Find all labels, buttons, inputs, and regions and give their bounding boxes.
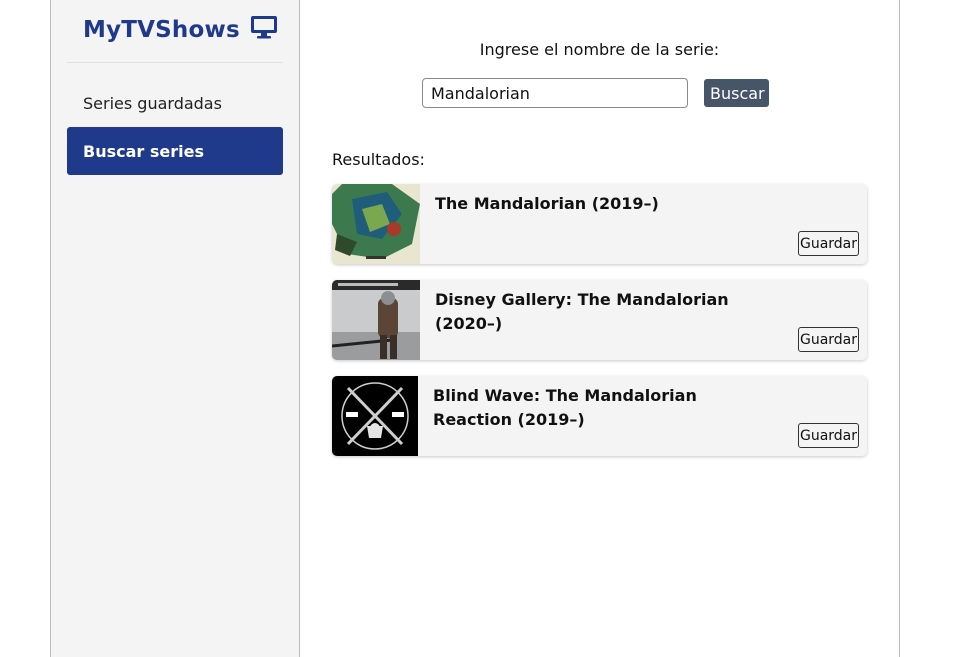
brand: MyTVShows	[83, 14, 278, 46]
result-card: The Mandalorian (2019–) Guardar	[332, 184, 867, 264]
poster-image	[332, 184, 420, 264]
app-frame: MyTVShows Series guardadas Buscar series…	[50, 0, 900, 657]
poster-image	[332, 280, 420, 360]
save-button[interactable]: Guardar	[798, 423, 859, 448]
sidebar-item-search-series[interactable]: Buscar series	[67, 127, 283, 175]
search-input[interactable]	[422, 78, 688, 108]
sidebar-item-saved-series[interactable]: Series guardadas	[67, 79, 283, 127]
result-title: The Mandalorian (2019–)	[435, 194, 659, 213]
search-button[interactable]: Buscar	[704, 79, 769, 107]
save-button[interactable]: Guardar	[798, 327, 859, 352]
divider	[67, 62, 283, 63]
sidebar-item-label: Series guardadas	[83, 93, 222, 113]
poster-image	[332, 376, 418, 456]
tv-icon	[250, 15, 278, 45]
result-title: Blind Wave: The Mandalorian Reaction (20…	[433, 386, 697, 429]
result-card: Blind Wave: The Mandalorian Reaction (20…	[332, 376, 867, 456]
sidebar-item-label: Buscar series	[83, 141, 204, 161]
result-title: Disney Gallery: The Mandalorian (2020–)	[435, 290, 729, 333]
save-button[interactable]: Guardar	[798, 231, 859, 256]
sidebar: MyTVShows Series guardadas Buscar series	[51, 0, 300, 657]
app-title: MyTVShows	[83, 17, 240, 43]
result-card: Disney Gallery: The Mandalorian (2020–) …	[332, 280, 867, 360]
results-label: Resultados:	[332, 150, 425, 169]
main-content: Ingrese el nombre de la serie: Buscar Re…	[300, 0, 899, 657]
search-prompt: Ingrese el nombre de la serie:	[479, 40, 720, 59]
